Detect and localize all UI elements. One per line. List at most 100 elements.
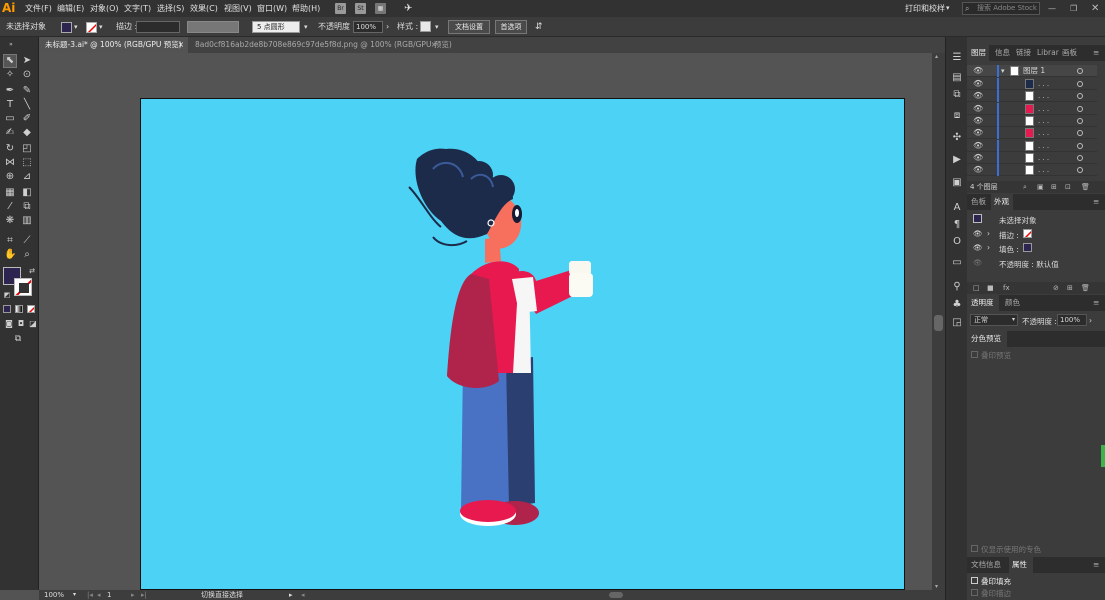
chevron-left-icon[interactable]: ◂ xyxy=(301,590,305,600)
new-layer-icon[interactable]: ⊡ xyxy=(1065,181,1071,193)
rectangle-tool-icon[interactable]: ▭ xyxy=(4,113,16,125)
tab-color[interactable]: 颜色 xyxy=(1005,295,1020,311)
tab-libraries[interactable]: Librar xyxy=(1037,45,1059,61)
paintbrush-tool-icon[interactable]: ✐ xyxy=(21,113,33,125)
first-artboard-icon[interactable]: |◂ xyxy=(87,590,93,600)
menu-type[interactable]: 文字(T) xyxy=(124,0,151,17)
panel-menu-icon[interactable]: ≡ xyxy=(1093,194,1099,210)
rotate-tool-icon[interactable]: ↻ xyxy=(4,143,16,155)
eye-icon[interactable]: 👁 xyxy=(973,164,983,176)
asset-export-icon[interactable]: ⧈ xyxy=(951,110,963,122)
eye-icon[interactable]: 👁 xyxy=(973,127,983,139)
zoom-level[interactable]: 100% xyxy=(44,590,64,600)
duplicate-item-icon[interactable]: ⊞ xyxy=(1067,282,1073,294)
sublayer-row[interactable]: 👁 . . . xyxy=(967,164,1097,177)
graphic-styles-icon[interactable]: ◲ xyxy=(951,317,963,329)
eye-icon[interactable]: 👁 xyxy=(973,103,983,115)
eyedropper-tool-icon[interactable]: ⁄ xyxy=(4,201,16,213)
tab-appearance[interactable]: 外观 xyxy=(991,194,1013,210)
layer-row-main[interactable]: 👁 ▾ 图层 1 xyxy=(967,65,1097,77)
tab-info[interactable]: 信息 xyxy=(995,45,1010,61)
sublayer-row[interactable]: 👁 . . . xyxy=(967,114,1097,127)
gradient-tool-icon[interactable]: ◧ xyxy=(21,187,33,199)
menu-select[interactable]: 选择(S) xyxy=(157,0,184,17)
symbol-sprayer-tool-icon[interactable]: ❋ xyxy=(4,215,16,227)
tab-attributes[interactable]: 属性 xyxy=(1009,557,1033,573)
sublayer-label[interactable]: . . . xyxy=(1038,127,1049,139)
sublayer-row[interactable]: 👁 . . . xyxy=(967,151,1097,164)
brushes-icon[interactable]: ♣ xyxy=(951,299,963,311)
shaper-tool-icon[interactable]: ✍ xyxy=(4,127,16,139)
sublayer-label[interactable]: . . . xyxy=(1038,103,1049,115)
overprint-fill-checkbox[interactable] xyxy=(971,577,978,584)
align-icon[interactable]: ▭ xyxy=(951,257,963,269)
print-proof-workspace[interactable]: 打印和校样 xyxy=(905,0,945,17)
chevron-down-icon[interactable]: ▾ xyxy=(74,17,78,37)
appearance-stroke-label[interactable]: 描边 : xyxy=(999,230,1019,241)
chevron-right-icon[interactable]: › xyxy=(1089,316,1092,325)
minimize-icon[interactable]: — xyxy=(1048,0,1056,17)
panel-resize-handle[interactable] xyxy=(1101,445,1105,467)
clipping-mask-icon[interactable]: ▣ xyxy=(1037,181,1044,193)
tab-document-info[interactable]: 文档信息 xyxy=(971,557,1001,573)
last-artboard-icon[interactable]: ▸| xyxy=(141,590,147,600)
target-circle-icon[interactable] xyxy=(1077,68,1083,74)
new-sublayer-icon[interactable]: ⊞ xyxy=(1051,181,1057,193)
swap-colors-icon[interactable]: ⇄ xyxy=(26,265,38,277)
add-effect-icon[interactable]: fx xyxy=(1003,282,1010,294)
horizontal-scroll-thumb[interactable] xyxy=(609,592,623,598)
scrollbar-thumb[interactable] xyxy=(934,315,943,331)
preferences-button[interactable]: 首选项 xyxy=(495,20,527,34)
links-icon[interactable]: ⧉ xyxy=(951,89,963,101)
selection-tool-icon[interactable]: ⬉ xyxy=(3,54,17,68)
stroke-color-swatch[interactable] xyxy=(86,22,97,33)
add-fill-icon[interactable]: ■ xyxy=(987,282,994,294)
zoom-tool-icon[interactable]: ⌕ xyxy=(21,249,33,261)
chevron-down-icon[interactable]: ▾ xyxy=(435,17,439,37)
chevron-down-icon[interactable]: ▾ xyxy=(304,17,308,37)
eye-icon[interactable]: 👁 xyxy=(973,243,983,252)
trash-icon[interactable]: 🗑 xyxy=(1081,181,1090,193)
eye-icon[interactable]: 👁 xyxy=(973,229,983,238)
workspace-grid-icon[interactable]: ▦ xyxy=(375,3,386,14)
stroke-color-box[interactable] xyxy=(14,278,32,296)
libraries-icon[interactable]: ▤ xyxy=(951,72,963,84)
panel-menu-icon[interactable]: ≡ xyxy=(1093,295,1099,311)
type-tool-icon[interactable]: T xyxy=(4,99,16,111)
tab-separations-preview[interactable]: 分色预览 xyxy=(967,331,1007,347)
next-artboard-icon[interactable]: ▸ xyxy=(131,590,135,600)
fill-color-swatch[interactable] xyxy=(61,22,72,33)
overprint-stroke-checkbox[interactable] xyxy=(971,589,978,596)
collapse-icon[interactable]: » xyxy=(5,39,17,51)
direct-selection-tool-icon[interactable]: ➤ xyxy=(21,55,33,67)
mesh-tool-icon[interactable]: ▦ xyxy=(4,187,16,199)
eye-icon[interactable]: 👁 xyxy=(973,258,983,267)
variable-width-profile[interactable] xyxy=(187,21,239,33)
sublayer-label[interactable]: . . . xyxy=(1038,140,1049,152)
color-mode-icon[interactable] xyxy=(3,305,11,313)
menu-edit[interactable]: 编辑(E) xyxy=(57,0,84,17)
eraser-tool-icon[interactable]: ◆ xyxy=(21,127,33,139)
paragraph-icon[interactable]: ¶ xyxy=(951,219,963,231)
column-graph-tool-icon[interactable]: ▥ xyxy=(21,215,33,227)
none-mode-icon[interactable] xyxy=(27,305,35,313)
sublayer-row[interactable]: 👁 . . . xyxy=(967,139,1097,152)
vertical-scrollbar[interactable]: ▴ ▾ xyxy=(932,53,945,590)
pen-tool-icon[interactable]: ✒ xyxy=(4,85,16,97)
artboard-number[interactable]: 1 xyxy=(107,590,111,600)
shape-builder-tool-icon[interactable]: ⊕ xyxy=(4,171,16,183)
brush-definition[interactable]: 5 点圆形 xyxy=(252,21,300,33)
panel-menu-icon[interactable]: ≡ xyxy=(1093,45,1099,61)
opentype-icon[interactable]: O xyxy=(951,236,963,248)
line-tool-icon[interactable]: ╲ xyxy=(21,99,33,111)
layer-name[interactable]: 图层 1 xyxy=(1023,65,1045,77)
locate-object-icon[interactable]: ⌕ xyxy=(1023,181,1027,193)
scroll-down-icon[interactable]: ▾ xyxy=(935,583,938,590)
perspective-grid-tool-icon[interactable]: ⊿ xyxy=(21,171,33,183)
artboard-tool-icon[interactable]: ⌗ xyxy=(4,235,16,247)
target-circle-icon[interactable] xyxy=(1077,167,1083,174)
blend-mode-select[interactable]: 正常 ▾ xyxy=(970,314,1018,326)
document-setup-button[interactable]: 文档设置 xyxy=(448,20,490,34)
actions-play-icon[interactable]: ▶ xyxy=(951,154,963,166)
pathfinder-icon[interactable]: ⚲ xyxy=(951,281,963,293)
